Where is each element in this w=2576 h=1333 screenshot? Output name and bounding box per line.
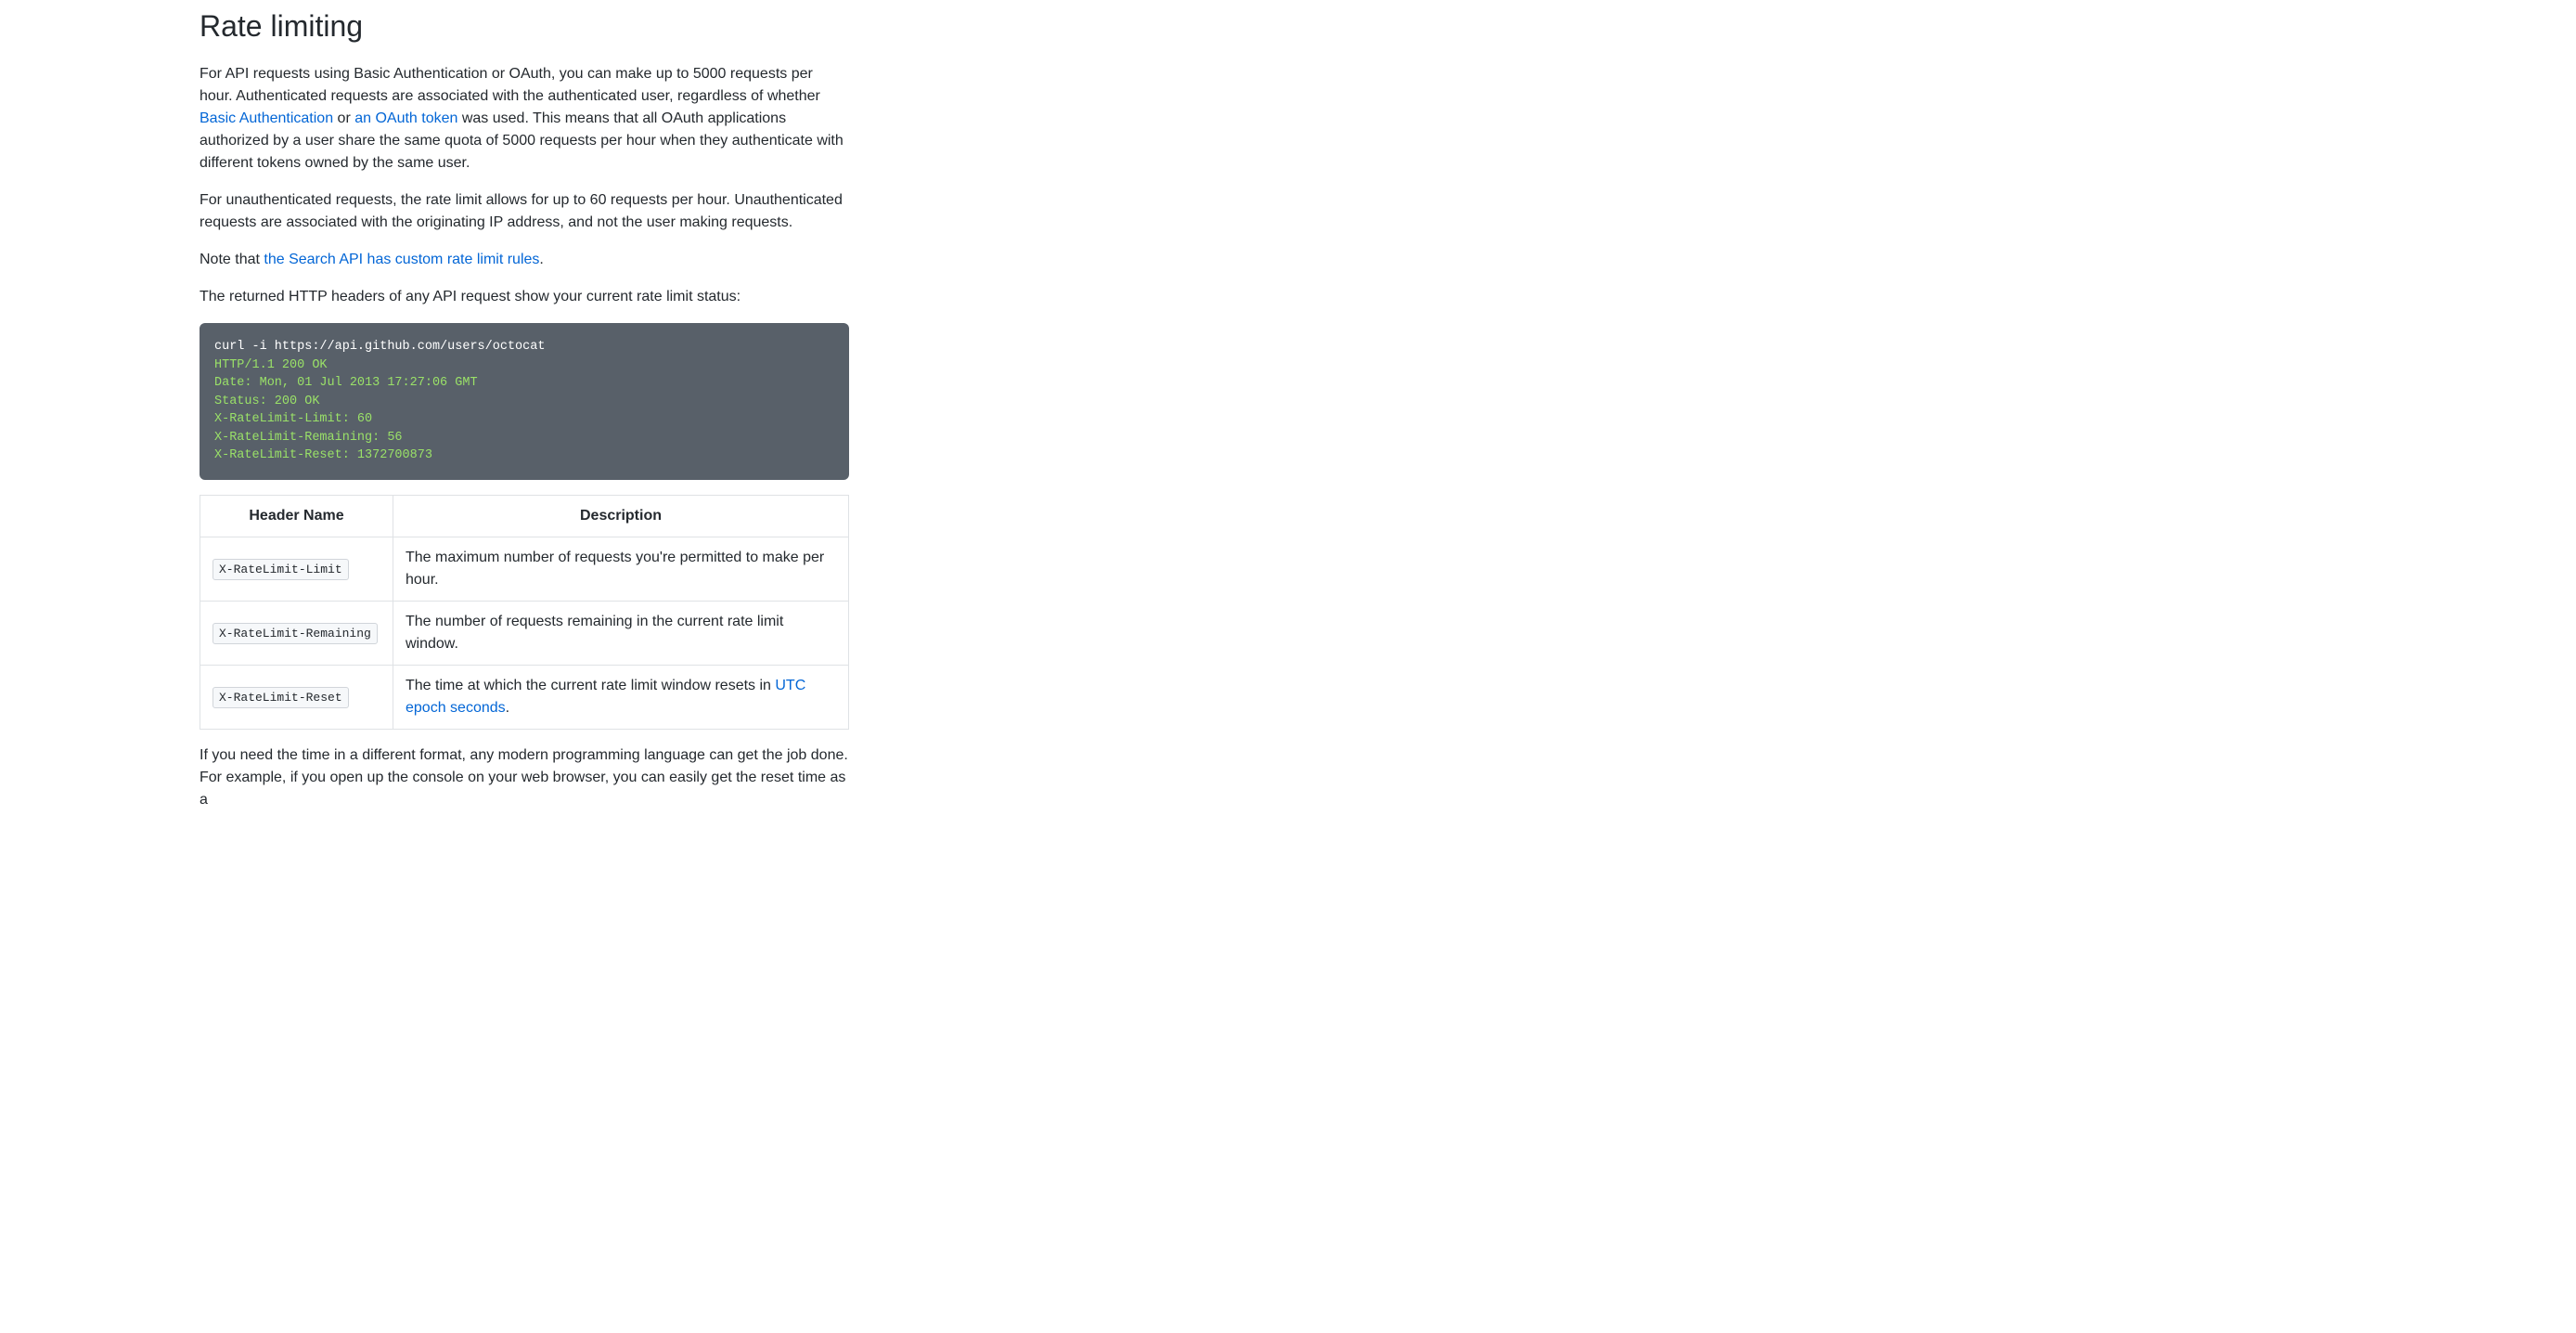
text: .	[506, 700, 509, 716]
table-row: X-RateLimit-Limit The maximum number of …	[200, 537, 849, 601]
table-cell-name: X-RateLimit-Remaining	[200, 601, 393, 665]
paragraph-intro: For API requests using Basic Authenticat…	[200, 63, 849, 175]
table-header-row: Header Name Description	[200, 495, 849, 537]
text: Note that	[200, 252, 264, 267]
text: For API requests using Basic Authenticat…	[200, 66, 820, 104]
text: or	[333, 110, 354, 126]
paragraph-unauth: For unauthenticated requests, the rate l…	[200, 189, 849, 234]
header-code: X-RateLimit-Remaining	[213, 623, 378, 644]
text: .	[539, 252, 543, 267]
link-oauth-token[interactable]: an OAuth token	[354, 110, 457, 126]
page-scroll-container[interactable]: Rate limiting For API requests using Bas…	[0, 0, 2576, 1333]
code-block: curl -i https://api.github.com/users/oct…	[200, 323, 849, 480]
article-content: Rate limiting For API requests using Bas…	[200, 0, 849, 863]
table-cell-name: X-RateLimit-Reset	[200, 665, 393, 729]
table-header-name: Header Name	[200, 495, 393, 537]
header-code: X-RateLimit-Reset	[213, 687, 349, 708]
text: The time at which the current rate limit…	[406, 678, 775, 693]
table-cell-desc: The number of requests remaining in the …	[393, 601, 849, 665]
paragraph-note: Note that the Search API has custom rate…	[200, 249, 849, 271]
code-response-line: Date: Mon, 01 Jul 2013 17:27:06 GMT	[214, 376, 478, 390]
link-search-api-rules[interactable]: the Search API has custom rate limit rul…	[264, 252, 539, 267]
table-row: X-RateLimit-Remaining The number of requ…	[200, 601, 849, 665]
paragraph-headers-intro: The returned HTTP headers of any API req…	[200, 286, 849, 308]
section-heading: Rate limiting	[200, 0, 849, 48]
table-cell-desc: The time at which the current rate limit…	[393, 665, 849, 729]
code-response-line: Status: 200 OK	[214, 395, 319, 408]
paragraph-format: If you need the time in a different form…	[200, 744, 849, 811]
code-response-line: HTTP/1.1 200 OK	[214, 358, 328, 372]
table-cell-name: X-RateLimit-Limit	[200, 537, 393, 601]
link-basic-auth[interactable]: Basic Authentication	[200, 110, 333, 126]
headers-table: Header Name Description X-RateLimit-Limi…	[200, 495, 849, 730]
header-code: X-RateLimit-Limit	[213, 559, 349, 580]
code-response-line: X-RateLimit-Limit: 60	[214, 412, 372, 426]
table-header-desc: Description	[393, 495, 849, 537]
table-row: X-RateLimit-Reset The time at which the …	[200, 665, 849, 729]
table-cell-desc: The maximum number of requests you're pe…	[393, 537, 849, 601]
code-command: curl -i https://api.github.com/users/oct…	[214, 340, 545, 354]
code-response-line: X-RateLimit-Reset: 1372700873	[214, 448, 432, 462]
code-response-line: X-RateLimit-Remaining: 56	[214, 431, 403, 445]
